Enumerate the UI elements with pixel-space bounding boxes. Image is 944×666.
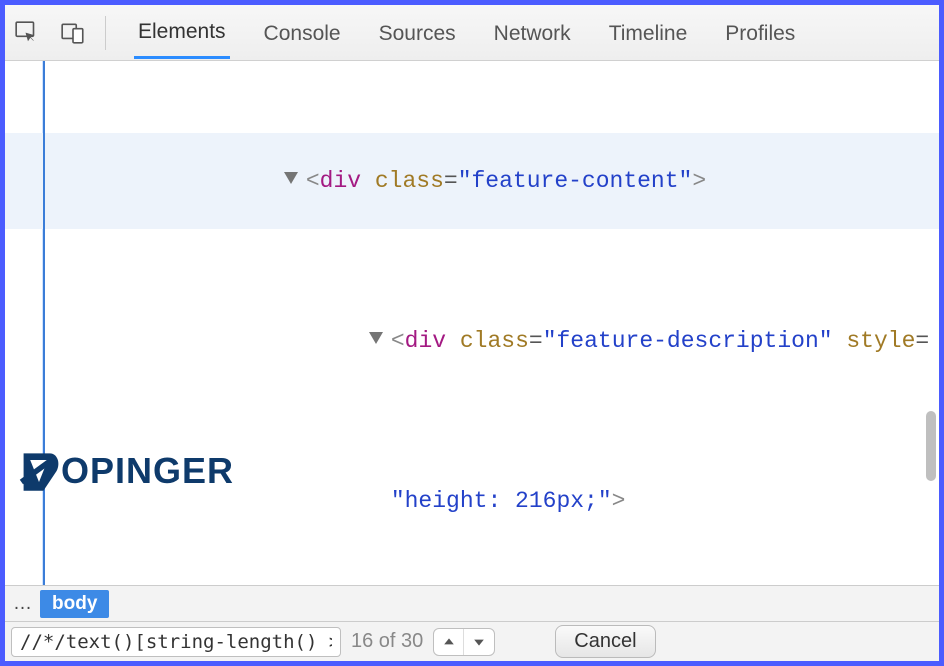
chevron-down-icon[interactable]: [284, 172, 298, 184]
tab-network[interactable]: Network: [490, 8, 575, 58]
watermark-logo: OPINGER: [17, 449, 234, 493]
dom-node[interactable]: <div class="feature-description" style=: [63, 293, 939, 389]
search-prev-button[interactable]: [434, 629, 464, 655]
search-bar: 16 of 30 Cancel: [5, 621, 939, 661]
breadcrumb-body[interactable]: body: [40, 590, 109, 618]
dom-node[interactable]: <div class="feature-content">: [5, 133, 939, 229]
breadcrumb: … body: [5, 585, 939, 621]
search-input[interactable]: [11, 627, 341, 657]
toolbar-divider: [105, 16, 106, 50]
tab-profiles[interactable]: Profiles: [721, 8, 799, 58]
tab-sources[interactable]: Sources: [375, 8, 460, 58]
search-count: 16 of 30: [351, 630, 423, 653]
search-stepper: [433, 628, 495, 656]
inspect-icon[interactable]: [13, 19, 41, 47]
style-value: "height: 216px;": [391, 488, 612, 514]
toolbar: Elements Console Sources Network Timelin…: [5, 5, 939, 61]
tab-timeline[interactable]: Timeline: [605, 8, 692, 58]
breadcrumb-ellipsis[interactable]: …: [13, 593, 32, 615]
scrollbar[interactable]: [926, 411, 936, 481]
device-icon[interactable]: [59, 19, 87, 47]
dom-tree[interactable]: <div class="feature-content"> <div class…: [5, 61, 939, 585]
tab-console[interactable]: Console: [260, 8, 345, 58]
search-next-button[interactable]: [464, 629, 494, 655]
tab-elements[interactable]: Elements: [134, 6, 230, 59]
chevron-down-icon[interactable]: [369, 332, 383, 344]
tabs-row: Elements Console Sources Network Timelin…: [124, 6, 799, 59]
cancel-button[interactable]: Cancel: [555, 625, 655, 658]
